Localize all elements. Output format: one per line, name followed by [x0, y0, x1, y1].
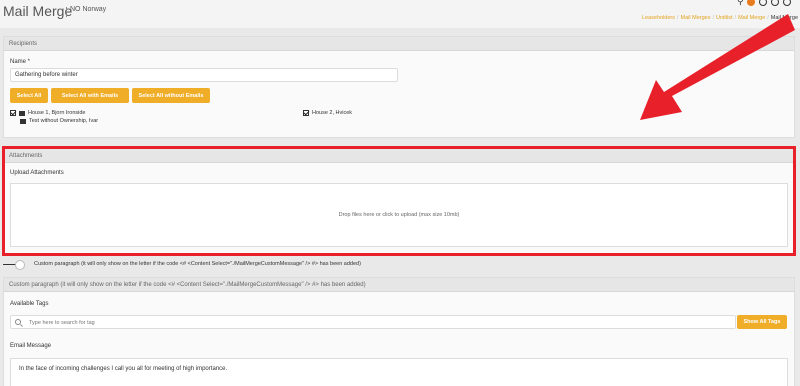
user-icon[interactable] [759, 0, 767, 6]
annotation-arrow-icon [640, 14, 795, 120]
notification-icon[interactable] [747, 0, 755, 6]
custom-paragraph-toggle[interactable] [15, 260, 25, 270]
recipient-label: House 2, Hvicek [312, 110, 353, 116]
recipient-item[interactable]: Test without Ownership, Ivar [20, 118, 98, 124]
select-all-without-emails-button[interactable]: Select All without Emails [132, 88, 210, 103]
custom-paragraph-heading: Custom paragraph (it will only show on t… [4, 278, 794, 292]
email-message-label: Email Message [10, 343, 52, 349]
page-title: Mail Merge [3, 3, 73, 19]
page-subtitle: NO Norway [70, 6, 107, 13]
title-divider [66, 7, 67, 17]
search-icon [15, 319, 21, 325]
recipient-item[interactable]: House 2, Hvicek [303, 110, 352, 116]
toggle-label: Custom paragraph (it will only show on t… [34, 261, 361, 267]
power-icon[interactable] [783, 0, 791, 6]
envelope-icon [20, 118, 26, 124]
recipient-label: Test without Ownership, Ivar [29, 118, 99, 124]
checkbox-checked[interactable] [10, 110, 16, 116]
dropzone-text: Drop files here or click to upload (max … [338, 212, 460, 218]
attachments-panel: Attachments Upload Attachments Drop file… [3, 148, 795, 254]
recipient-label: House 1, Bjorn Ironside [28, 110, 86, 116]
tag-search-input[interactable] [29, 318, 709, 327]
custom-paragraph-toggle-row: Custom paragraph (it will only show on t… [0, 258, 800, 272]
name-label: Name * [10, 59, 31, 65]
available-tags-label: Available Tags [10, 301, 49, 307]
settings-icon[interactable] [771, 0, 779, 6]
search-icon[interactable]: ⚲ [737, 0, 744, 7]
select-all-with-emails-button[interactable]: Select All with Emails [51, 88, 129, 103]
email-message-text: In the face of incoming challenges I cal… [19, 366, 228, 372]
select-all-button[interactable]: Select All [10, 88, 48, 103]
envelope-icon [19, 110, 25, 116]
header-icons [747, 0, 791, 6]
upload-dropzone[interactable]: Drop files here or click to upload (max … [10, 183, 788, 247]
attachments-heading: Attachments [4, 149, 794, 163]
name-input[interactable]: Gathering before winter [10, 68, 398, 82]
checkbox-checked[interactable] [303, 110, 309, 116]
tag-search-field[interactable] [10, 315, 736, 329]
email-message-editor[interactable]: In the face of incoming challenges I cal… [10, 358, 788, 386]
custom-paragraph-panel: Custom paragraph (it will only show on t… [3, 277, 795, 386]
upload-attachments-label: Upload Attachments [10, 170, 64, 176]
show-all-tags-button[interactable]: Show All Tags [737, 315, 787, 329]
recipient-item[interactable]: House 1, Bjorn Ironside [10, 110, 85, 116]
